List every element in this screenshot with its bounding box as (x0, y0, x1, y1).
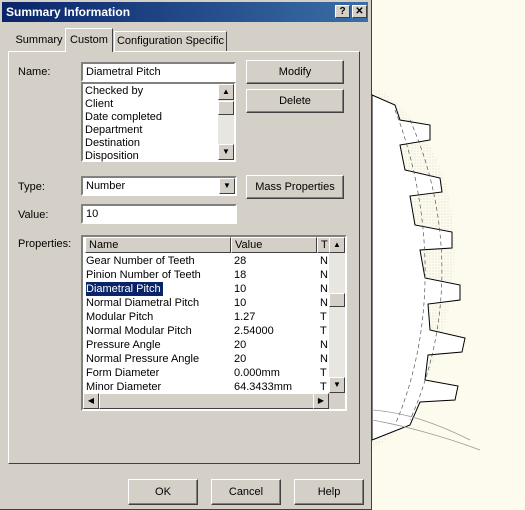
property-name-cell: Minor Diameter (86, 381, 162, 393)
tab-custom[interactable]: Custom (65, 28, 113, 52)
property-value-cell: 2.54000 (234, 325, 274, 337)
scroll-left-icon[interactable]: ◀ (83, 393, 99, 409)
table-row[interactable]: Diametral Pitch 10 N (83, 281, 331, 297)
property-name-cell: Modular Pitch (86, 311, 154, 323)
table-row[interactable]: Minor Diameter 64.3433mm T (83, 380, 331, 394)
ok-button[interactable]: OK (128, 479, 198, 505)
table-row[interactable]: Gear Number of Teeth 28 N (83, 254, 331, 268)
property-name-cell: Normal Modular Pitch (86, 325, 192, 337)
type-label: Type: (18, 181, 45, 193)
type-select[interactable]: Number ▼ (81, 176, 237, 196)
property-name-cell: Normal Diametral Pitch (86, 297, 200, 309)
properties-table[interactable]: Name Value T Gear Number of Teeth 28 N Pini… (81, 235, 347, 411)
value-input[interactable]: 10 (81, 204, 237, 224)
property-name-cell: Gear Number of Teeth (86, 255, 195, 267)
chevron-down-icon[interactable]: ▼ (219, 178, 235, 194)
table-row[interactable]: Normal Modular Pitch 2.54000 T (83, 324, 331, 338)
column-header-name[interactable]: Name (85, 237, 231, 253)
scroll-up-icon[interactable]: ▲ (329, 237, 345, 253)
name-list-item[interactable]: Date completed (85, 111, 162, 124)
name-input[interactable]: Diametral Pitch (81, 62, 236, 82)
property-value-cell: 20 (234, 339, 247, 351)
column-header-value[interactable]: Value (231, 237, 317, 253)
scroll-thumb[interactable] (329, 293, 345, 307)
tab-configuration-specific[interactable]: Configuration Specific (114, 31, 227, 51)
property-name-cell: Pressure Angle (86, 339, 161, 351)
table-row[interactable]: Normal Pressure Angle 20 N (83, 352, 331, 366)
cancel-button[interactable]: Cancel (211, 479, 281, 505)
scroll-thumb[interactable] (218, 101, 234, 115)
table-row[interactable]: Pressure Angle 20 N (83, 338, 331, 352)
modify-button[interactable]: Modify (246, 60, 344, 84)
property-value-cell: 1.27 (234, 311, 256, 323)
delete-button[interactable]: Delete (246, 89, 344, 113)
title-bar[interactable]: Summary Information ? ✕ (2, 2, 368, 22)
property-value-cell: 28 (234, 255, 247, 267)
name-list-item[interactable]: Checked by (85, 85, 143, 98)
property-value-cell: 20 (234, 353, 247, 365)
property-value-cell: 10 (234, 283, 247, 295)
help-button[interactable]: Help (294, 479, 364, 505)
scroll-down-icon[interactable]: ▼ (218, 144, 234, 160)
property-value-cell: 0.000mm (234, 367, 280, 379)
name-list-item[interactable]: Disposition (85, 150, 139, 163)
name-label: Name: (18, 66, 51, 78)
property-value-cell: 18 (234, 269, 247, 281)
tab-summary[interactable]: Summary (13, 31, 65, 51)
scroll-up-icon[interactable]: ▲ (218, 84, 234, 100)
property-name-cell: Normal Pressure Angle (86, 353, 200, 365)
properties-vscrollbar[interactable]: ▲ ▼ (329, 237, 345, 393)
property-name-cell: Pinion Number of Teeth (86, 269, 201, 281)
name-list[interactable]: Checked by Client Date completed Department… (81, 82, 236, 162)
name-list-item[interactable]: Destination (85, 137, 140, 150)
properties-label: Properties: (18, 238, 72, 250)
mass-properties-button[interactable]: Mass Properties (246, 175, 344, 199)
summary-information-dialog: Summary Information ? ✕ Summary Custom C… (0, 0, 372, 510)
property-value-cell: 10 (234, 297, 247, 309)
table-row[interactable]: Normal Diametral Pitch 10 N (83, 296, 331, 310)
help-title-button[interactable]: ? (335, 5, 350, 18)
property-name-cell: Form Diameter (86, 367, 160, 379)
value-label: Value: (18, 209, 49, 221)
scroll-down-icon[interactable]: ▼ (329, 377, 345, 393)
name-list-scrollbar[interactable]: ▲ ▼ (218, 84, 234, 160)
table-row[interactable]: Form Diameter 0.000mm T (83, 366, 331, 380)
name-list-item[interactable]: Department (85, 124, 142, 137)
window-title: Summary Information (6, 5, 131, 19)
scroll-right-icon[interactable]: ▶ (313, 393, 329, 409)
property-name-cell: Diametral Pitch (85, 281, 164, 297)
name-list-item[interactable]: Client (85, 98, 113, 111)
close-icon[interactable]: ✕ (352, 5, 367, 18)
properties-hscrollbar[interactable]: ◀ ▶ (83, 393, 329, 409)
hscroll-thumb[interactable] (99, 393, 315, 409)
table-row[interactable]: Pinion Number of Teeth 18 N (83, 268, 331, 282)
property-value-cell: 64.3433mm (234, 381, 293, 393)
table-row[interactable]: Modular Pitch 1.27 T (83, 310, 331, 324)
